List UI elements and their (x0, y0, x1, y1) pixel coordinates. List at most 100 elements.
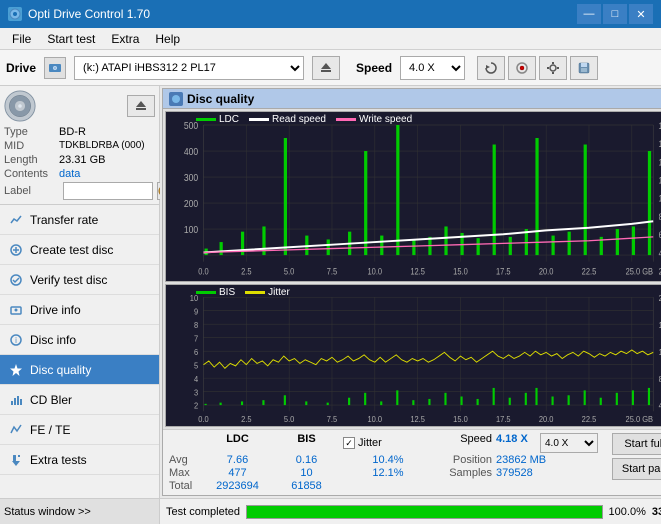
disc-contents-label: Contents (4, 168, 59, 180)
jitter-check[interactable]: ✓ Jitter (343, 433, 433, 453)
drive-icon (44, 57, 66, 79)
sidebar-item-disc-quality[interactable]: Disc quality (0, 355, 159, 385)
speed-select[interactable]: 4.0 X (400, 56, 465, 80)
disc-contents-value: data (59, 168, 80, 180)
stats-table: LDC BIS ✓ Jitter Speed 4.18 X 4.0 X (169, 433, 598, 492)
drive-action-buttons (477, 56, 598, 80)
start-part-button[interactable]: Start part (612, 458, 661, 480)
drive-info-icon (8, 302, 24, 318)
sidebar-item-disc-info[interactable]: i Disc info (0, 325, 159, 355)
nav-label-create-test-disc: Create test disc (30, 243, 113, 257)
nav-label-extra-tests: Extra tests (30, 453, 87, 467)
start-buttons: Start full Start part (612, 433, 661, 480)
disc-button[interactable] (508, 56, 536, 80)
sidebar-item-verify-test-disc[interactable]: Verify test disc (0, 265, 159, 295)
svg-text:25.0 GB: 25.0 GB (626, 266, 654, 277)
position-label: Position (437, 454, 492, 466)
avg-ldc: 7.66 (205, 454, 270, 466)
speed-label: Speed (356, 61, 392, 75)
transfer-rate-icon (8, 212, 24, 228)
extra-tests-icon (8, 452, 24, 468)
panel-title-icon (169, 92, 183, 106)
maximize-button[interactable]: □ (603, 4, 627, 24)
verify-test-disc-icon (8, 272, 24, 288)
disc-label-label: Label (4, 185, 59, 197)
svg-text:i: i (15, 336, 17, 345)
avg-bis: 0.16 (274, 454, 339, 466)
ldc-chart-svg: 500 400 300 200 100 18X 16X 14X 12X 10X … (166, 112, 661, 281)
minimize-button[interactable]: — (577, 4, 601, 24)
nav-label-verify-test-disc: Verify test disc (30, 273, 107, 287)
close-button[interactable]: ✕ (629, 4, 653, 24)
app-icon (8, 7, 22, 21)
nav-label-disc-quality: Disc quality (30, 363, 91, 377)
max-ldc: 477 (205, 467, 270, 479)
svg-text:5: 5 (194, 361, 199, 371)
save-button[interactable] (570, 56, 598, 80)
main-layout: Type BD-R MID TDKBLDRBA (000) Length 23.… (0, 86, 661, 524)
eject-button[interactable] (312, 56, 340, 80)
svg-text:12.5: 12.5 (410, 266, 425, 277)
panel-title-text: Disc quality (187, 92, 254, 106)
disc-length-value: 23.31 GB (59, 154, 105, 166)
start-full-button[interactable]: Start full (612, 433, 661, 455)
stats-bis-header: BIS (274, 433, 339, 453)
svg-text:9: 9 (194, 307, 199, 317)
disc-image (4, 90, 36, 122)
speed-dropdown[interactable]: 4.0 X (540, 433, 598, 453)
menu-start-test[interactable]: Start test (39, 30, 103, 48)
svg-text:0.0: 0.0 (198, 415, 209, 425)
status-progress-fill (247, 506, 602, 518)
svg-text:7.5: 7.5 (327, 415, 338, 425)
svg-text:8: 8 (194, 321, 199, 331)
sidebar-item-fe-te[interactable]: FE / TE (0, 415, 159, 445)
fe-te-icon (8, 422, 24, 438)
drive-select[interactable]: (k:) ATAPI iHBS312 2 PL17 (74, 56, 304, 80)
status-progress-track (246, 505, 603, 519)
sidebar-item-transfer-rate[interactable]: Transfer rate (0, 205, 159, 235)
svg-text:200: 200 (184, 198, 198, 210)
settings-button[interactable] (539, 56, 567, 80)
svg-text:0.0: 0.0 (198, 266, 209, 277)
nav-label-disc-info: Disc info (30, 333, 76, 347)
bottom-status-text: Test completed (166, 506, 240, 518)
bis-chart-legend: BIS Jitter (196, 287, 290, 298)
stats-ldc-header: LDC (205, 433, 270, 453)
menu-extra[interactable]: Extra (103, 30, 147, 48)
disc-type-value: BD-R (59, 126, 86, 138)
sidebar-item-create-test-disc[interactable]: Create test disc (0, 235, 159, 265)
samples-label: Samples (437, 467, 492, 479)
disc-label-input[interactable] (63, 182, 153, 200)
jitter-label: Jitter (358, 437, 382, 449)
svg-text:6: 6 (194, 347, 199, 357)
total-bis: 61858 (274, 480, 339, 492)
svg-text:10.0: 10.0 (368, 266, 383, 277)
disc-quality-icon (8, 362, 24, 378)
speed-stat-label: Speed (437, 433, 492, 453)
window-controls: — □ ✕ (577, 4, 653, 24)
svg-text:7: 7 (194, 334, 199, 344)
sidebar-item-drive-info[interactable]: Drive info (0, 295, 159, 325)
refresh-button[interactable] (477, 56, 505, 80)
status-progress-pct: 100.0% (609, 506, 646, 518)
jitter-legend-label: Jitter (268, 287, 290, 298)
status-window-button[interactable]: Status window >> (0, 498, 159, 524)
stats-total-row: Total 2923694 61858 (169, 480, 598, 492)
svg-text:2.5: 2.5 (241, 266, 252, 277)
svg-text:17.5: 17.5 (496, 415, 511, 425)
menu-file[interactable]: File (4, 30, 39, 48)
stats-section: LDC BIS ✓ Jitter Speed 4.18 X 4.0 X (163, 429, 661, 495)
disc-type-label: Type (4, 126, 59, 138)
svg-text:22.5: 22.5 (582, 266, 597, 277)
svg-text:3: 3 (194, 388, 199, 398)
sidebar-item-extra-tests[interactable]: Extra tests (0, 445, 159, 475)
menu-help[interactable]: Help (147, 30, 188, 48)
bis-legend-label: BIS (219, 287, 235, 298)
disc-eject-button[interactable] (127, 95, 155, 117)
disc-quality-panel: Disc quality LDC Read speed Write speed (162, 88, 661, 496)
sidebar-item-cd-bler[interactable]: CD Bler (0, 385, 159, 415)
svg-text:25.0 GB: 25.0 GB (626, 415, 653, 425)
nav-label-drive-info: Drive info (30, 303, 81, 317)
jitter-checkbox[interactable]: ✓ (343, 437, 355, 449)
nav-items: Transfer rate Create test disc Verify te… (0, 205, 159, 498)
